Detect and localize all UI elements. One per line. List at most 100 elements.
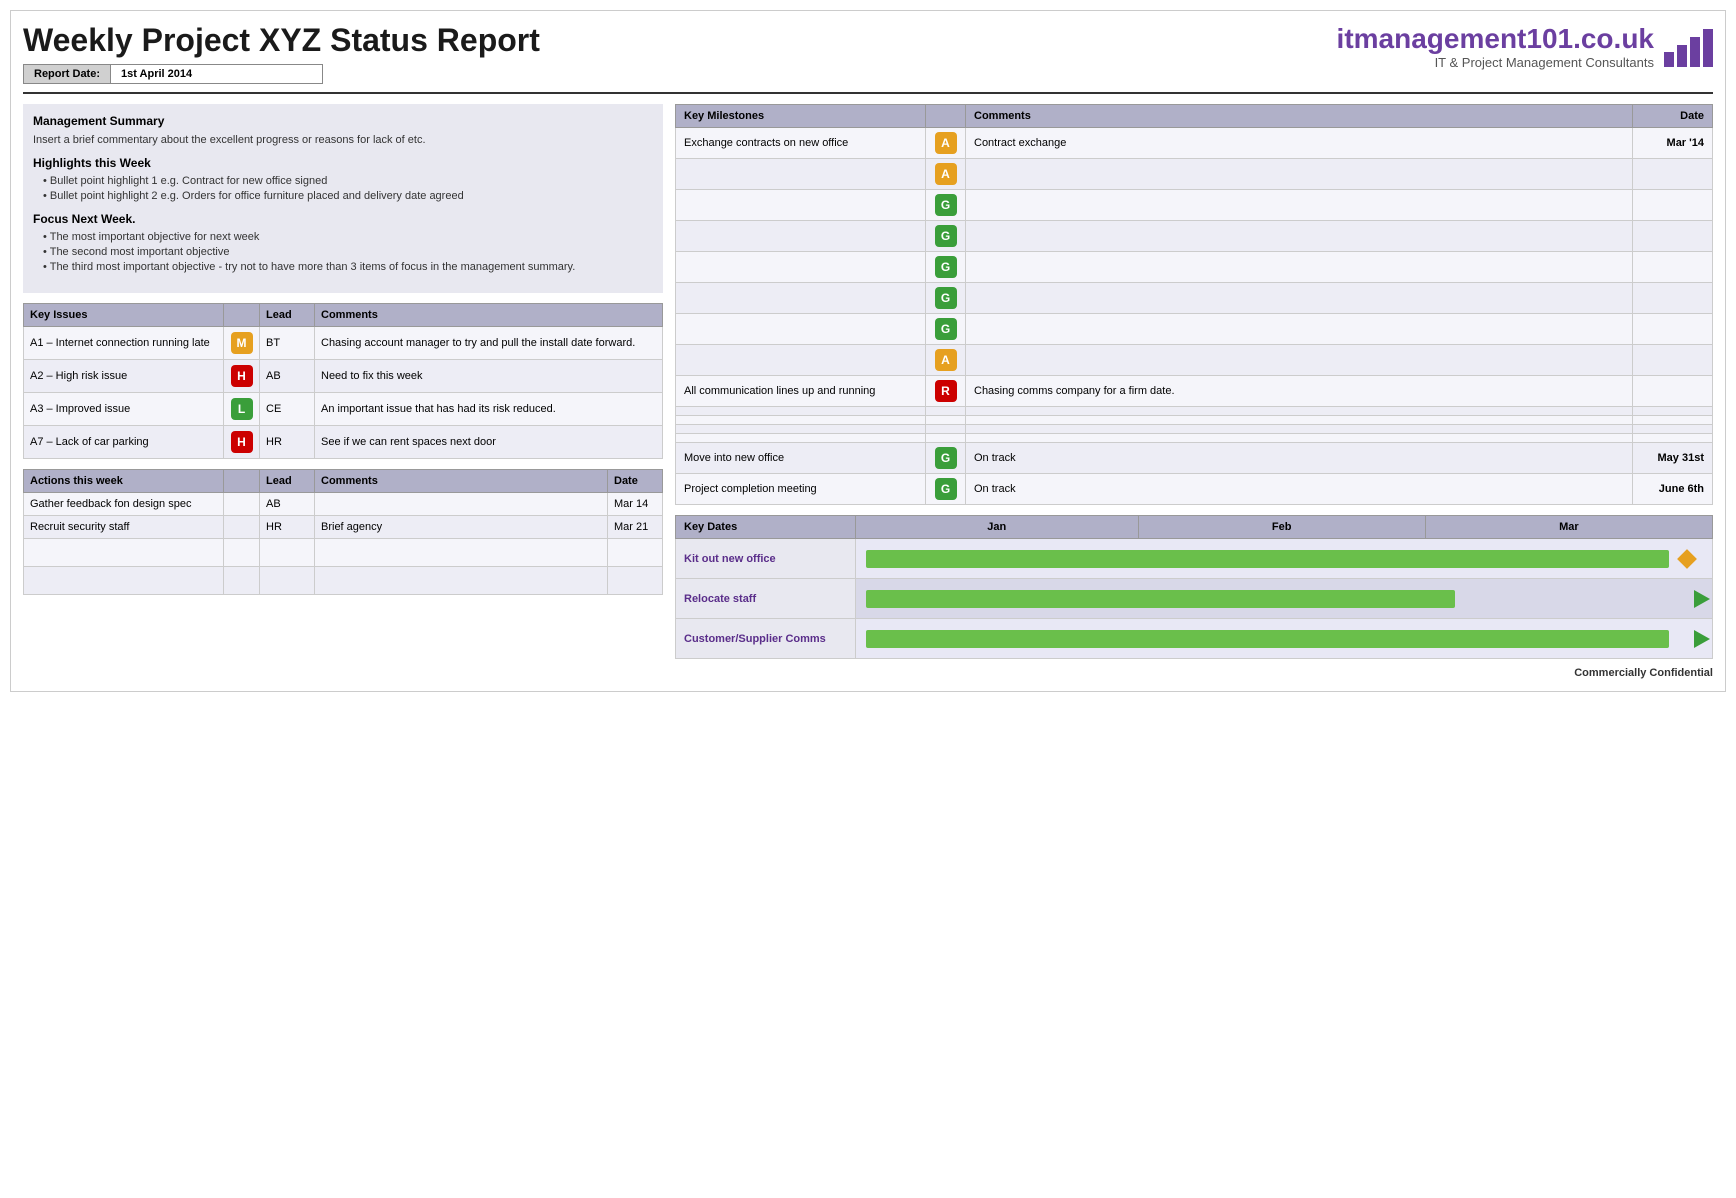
issue-lead: AB: [260, 360, 315, 393]
milestone-date: [1633, 376, 1713, 407]
issue-name: A3 – Improved issue: [24, 393, 224, 426]
milestone-date: [1633, 407, 1713, 416]
main-content: Management Summary Insert a brief commen…: [23, 104, 1713, 659]
action-date: Mar 21: [608, 516, 663, 539]
milestone-badge: [926, 434, 966, 443]
report-date-label: Report Date:: [24, 65, 111, 83]
milestone-name: [676, 190, 926, 221]
status-badge: G: [935, 318, 957, 340]
gantt-label: Customer/Supplier Comms: [676, 619, 856, 659]
gantt-bar-cell: [856, 539, 1713, 579]
report-date-row: Report Date: 1st April 2014: [23, 64, 323, 84]
right-panel: Key Milestones Comments Date Exchange co…: [675, 104, 1713, 659]
focus-title: Focus Next Week.: [33, 212, 653, 226]
milestone-comment: On track: [966, 474, 1633, 505]
action-badge: [224, 493, 260, 516]
status-badge: A: [935, 132, 957, 154]
issue-badge: H: [224, 426, 260, 459]
milestone-badge: G: [926, 443, 966, 474]
col-header-date: Date: [608, 470, 663, 493]
milestone-name: [676, 345, 926, 376]
milestone-badge: A: [926, 128, 966, 159]
milestone-name: All communication lines up and running: [676, 376, 926, 407]
action-date: Mar 14: [608, 493, 663, 516]
gantt-label: Relocate staff: [676, 579, 856, 619]
brand-block: itmanagement101.co.uk IT & Project Manag…: [1337, 23, 1654, 70]
action-name: Recruit security staff: [24, 516, 224, 539]
header: Weekly Project XYZ Status Report Report …: [23, 23, 1713, 94]
status-badge: H: [231, 365, 253, 387]
col-header-milestone: Key Milestones: [676, 105, 926, 128]
highlights-title: Highlights this Week: [33, 156, 653, 170]
list-item: The third most important objective - try…: [43, 261, 653, 273]
arrow-icon: [1694, 630, 1710, 648]
issue-badge: L: [224, 393, 260, 426]
list-item: Bullet point highlight 1 e.g. Contract f…: [43, 175, 653, 187]
status-badge: G: [935, 478, 957, 500]
status-badge: R: [935, 380, 957, 402]
milestone-date: [1633, 416, 1713, 425]
milestone-name: [676, 252, 926, 283]
gantt-col-jan: Jan: [856, 516, 1139, 539]
gantt-table: Key Dates Jan Feb Mar Kit out new office…: [675, 515, 1713, 659]
brand-subtitle: IT & Project Management Consultants: [1337, 55, 1654, 70]
milestone-date: [1633, 221, 1713, 252]
action-name: Gather feedback fon design spec: [24, 493, 224, 516]
gantt-section: Key Dates Jan Feb Mar Kit out new office…: [675, 515, 1713, 659]
gantt-bar-cell: [856, 579, 1713, 619]
milestone-comment: [966, 283, 1633, 314]
milestone-comment: [966, 314, 1633, 345]
milestone-comment: On track: [966, 443, 1633, 474]
status-badge: L: [231, 398, 253, 420]
milestone-name: Exchange contracts on new office: [676, 128, 926, 159]
milestone-badge: G: [926, 221, 966, 252]
issue-comment: See if we can rent spaces next door: [315, 426, 663, 459]
status-badge: G: [935, 194, 957, 216]
mgmt-title: Management Summary: [33, 114, 653, 128]
page-title: Weekly Project XYZ Status Report: [23, 23, 540, 58]
milestone-badge: G: [926, 190, 966, 221]
milestone-comment: [966, 221, 1633, 252]
col-header-status: [926, 105, 966, 128]
col-header-comments2: Comments: [315, 470, 608, 493]
key-issues-table: Key Issues Lead Comments A1 – Internet c…: [23, 303, 663, 459]
focus-list: The most important objective for next we…: [33, 231, 653, 273]
milestone-name: [676, 314, 926, 345]
milestone-date: [1633, 425, 1713, 434]
milestone-comment: [966, 416, 1633, 425]
arrow-icon: [1694, 590, 1710, 608]
milestone-date: [1633, 434, 1713, 443]
issue-comment: Need to fix this week: [315, 360, 663, 393]
milestones-table: Key Milestones Comments Date Exchange co…: [675, 104, 1713, 505]
issue-lead: HR: [260, 426, 315, 459]
status-badge: A: [935, 163, 957, 185]
gantt-col-label: Key Dates: [676, 516, 856, 539]
col-header-lead2: Lead: [260, 470, 315, 493]
gantt-bar: [866, 550, 1669, 568]
management-summary: Management Summary Insert a brief commen…: [23, 104, 663, 293]
status-badge: G: [935, 225, 957, 247]
milestone-comment: Chasing comms company for a firm date.: [966, 376, 1633, 407]
action-comment: [315, 493, 608, 516]
gantt-col-feb: Feb: [1138, 516, 1425, 539]
milestone-badge: R: [926, 376, 966, 407]
header-right: itmanagement101.co.uk IT & Project Manag…: [1337, 23, 1713, 70]
milestone-comment: [966, 425, 1633, 434]
milestone-comment: [966, 434, 1633, 443]
issue-badge: M: [224, 327, 260, 360]
col-header-comments: Comments: [315, 304, 663, 327]
list-item: Bullet point highlight 2 e.g. Orders for…: [43, 190, 653, 202]
milestone-comment: [966, 159, 1633, 190]
milestone-date: [1633, 252, 1713, 283]
milestone-badge: G: [926, 252, 966, 283]
gantt-bar: [866, 590, 1455, 608]
milestone-date: Mar '14: [1633, 128, 1713, 159]
milestone-badge: G: [926, 474, 966, 505]
milestone-comment: [966, 252, 1633, 283]
action-badge: [224, 516, 260, 539]
milestone-date: [1633, 190, 1713, 221]
gantt-label: Kit out new office: [676, 539, 856, 579]
diamond-icon: [1677, 549, 1697, 569]
issue-name: A7 – Lack of car parking: [24, 426, 224, 459]
milestone-date: May 31st: [1633, 443, 1713, 474]
